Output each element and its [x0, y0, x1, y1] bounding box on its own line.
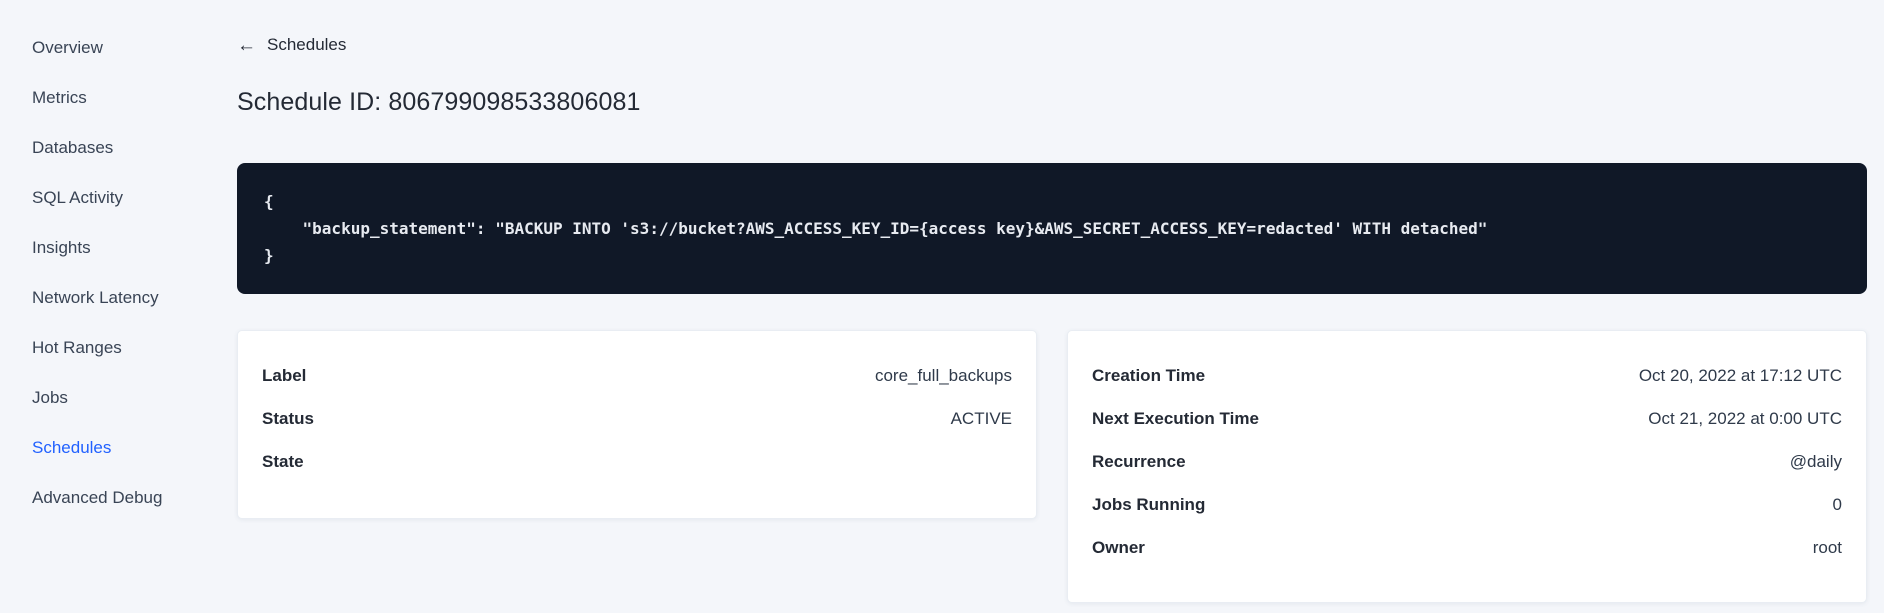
summary-cards: Label core_full_backups Status ACTIVE St…	[237, 329, 1867, 603]
summary-row-owner: Owner root	[1092, 527, 1842, 570]
row-label: Creation Time	[1092, 366, 1206, 385]
row-label: State	[262, 452, 304, 471]
sidebar-item-sql-activity[interactable]: SQL Activity	[0, 173, 237, 223]
sidebar-item-label: Metrics	[32, 88, 87, 107]
sidebar-item-label: Insights	[32, 238, 91, 257]
sidebar: Overview Metrics Databases SQL Activity …	[0, 0, 237, 613]
sidebar-item-overview[interactable]: Overview	[0, 23, 237, 73]
row-label: Jobs Running	[1092, 495, 1206, 514]
sidebar-item-insights[interactable]: Insights	[0, 223, 237, 273]
row-value: ACTIVE	[950, 409, 1012, 428]
row-label: Status	[262, 409, 314, 428]
sidebar-item-jobs[interactable]: Jobs	[0, 373, 237, 423]
sidebar-item-label: Jobs	[32, 388, 68, 407]
sidebar-item-metrics[interactable]: Metrics	[0, 73, 237, 123]
row-label: Recurrence	[1092, 452, 1186, 471]
row-value: Oct 21, 2022 at 0:00 UTC	[1648, 409, 1842, 428]
row-value: @daily	[1789, 452, 1842, 471]
summary-row-state: State	[262, 441, 1012, 484]
summary-row-next-execution-time: Next Execution Time Oct 21, 2022 at 0:00…	[1092, 398, 1842, 441]
row-value: 0	[1832, 495, 1842, 514]
summary-row-creation-time: Creation Time Oct 20, 2022 at 17:12 UTC	[1092, 355, 1842, 398]
sidebar-item-hot-ranges[interactable]: Hot Ranges	[0, 323, 237, 373]
sidebar-item-label: SQL Activity	[32, 188, 124, 207]
code-line: }	[264, 245, 274, 265]
sidebar-item-advanced-debug[interactable]: Advanced Debug	[0, 473, 237, 523]
summary-row-jobs-running: Jobs Running 0	[1092, 484, 1842, 527]
schedule-timing-card: Creation Time Oct 20, 2022 at 17:12 UTC …	[1067, 329, 1867, 603]
main-content: ← Schedules Schedule ID: 806799098533806…	[237, 0, 1867, 603]
sidebar-item-label: Advanced Debug	[32, 488, 163, 507]
sidebar-item-label: Hot Ranges	[32, 338, 122, 357]
sidebar-item-label: Schedules	[32, 438, 112, 457]
schedule-summary-card: Label core_full_backups Status ACTIVE St…	[237, 329, 1037, 519]
row-value: Oct 20, 2022 at 17:12 UTC	[1638, 366, 1842, 385]
row-value: core_full_backups	[874, 366, 1012, 385]
row-label: Next Execution Time	[1092, 409, 1259, 428]
row-label: Owner	[1092, 538, 1145, 557]
sidebar-item-label: Databases	[32, 138, 114, 157]
page-title: Schedule ID: 806799098533806081	[237, 87, 641, 116]
code-line: {	[264, 191, 274, 211]
sidebar-item-label: Overview	[32, 38, 103, 57]
back-link[interactable]: ← Schedules	[237, 35, 346, 55]
sidebar-item-databases[interactable]: Databases	[0, 123, 237, 173]
sidebar-item-network-latency[interactable]: Network Latency	[0, 273, 237, 323]
summary-row-status: Status ACTIVE	[262, 398, 1012, 441]
summary-row-label: Label core_full_backups	[262, 355, 1012, 398]
sidebar-item-label: Network Latency	[32, 288, 159, 307]
back-link-label: Schedules	[267, 35, 347, 54]
backup-statement-code-block: { "backup_statement": "BACKUP INTO 's3:/…	[237, 162, 1867, 294]
back-arrow-icon: ←	[237, 34, 256, 56]
row-value: root	[1812, 538, 1842, 557]
sidebar-item-schedules[interactable]: Schedules	[0, 423, 237, 473]
summary-row-recurrence: Recurrence @daily	[1092, 441, 1842, 484]
row-label: Label	[262, 366, 307, 385]
code-line: "backup_statement": "BACKUP INTO 's3://b…	[264, 218, 1488, 238]
